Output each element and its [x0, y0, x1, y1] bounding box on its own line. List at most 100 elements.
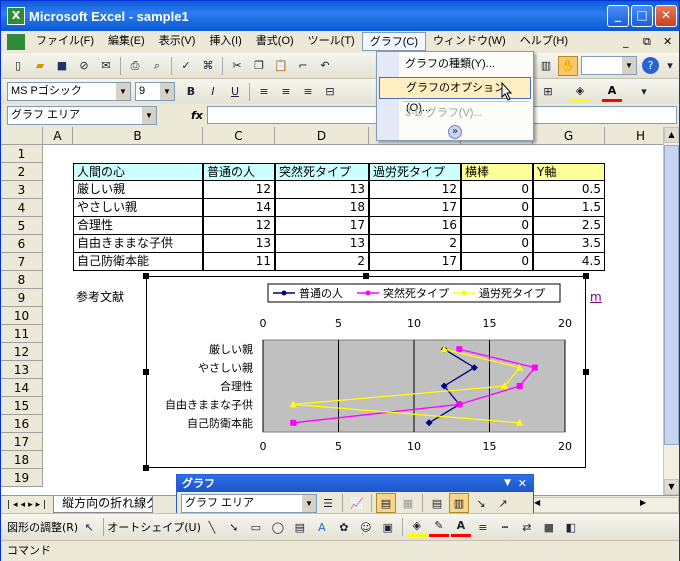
spelling-icon[interactable]: ✓: [176, 56, 196, 76]
table-cell[interactable]: 0: [461, 217, 533, 235]
fill-color-icon[interactable]: ◈: [406, 517, 427, 537]
drawing-icon[interactable]: ✋: [558, 55, 578, 76]
vertical-scrollbar[interactable]: ▲ ▼: [663, 127, 679, 495]
chevron-down-icon[interactable]: ▼: [622, 57, 636, 74]
minimize-button[interactable]: _: [607, 5, 629, 27]
chart-toolbar[interactable]: グラフ ▼ ✕ グラフ エリア ▼ ☰ 📈 ▤ ▦ ▤ ▥ ↘ ↗: [176, 474, 534, 515]
menu-tools[interactable]: ツール(T): [301, 32, 362, 51]
menu-window[interactable]: ウィンドウ(W): [426, 32, 513, 51]
chevron-down-icon[interactable]: ▼: [116, 83, 130, 100]
resize-handle[interactable]: [583, 369, 589, 375]
by-row-icon[interactable]: ▤: [427, 493, 447, 513]
table-cell[interactable]: 17: [369, 253, 461, 271]
insert-function-icon[interactable]: fx: [191, 109, 203, 122]
resize-handle[interactable]: [583, 273, 589, 279]
chart-toolbar-title[interactable]: グラフ ▼ ✕: [177, 475, 533, 492]
chart-wizard-icon[interactable]: ▥: [536, 56, 556, 76]
menu-chart[interactable]: グラフ(C): [361, 32, 426, 51]
table-row-label[interactable]: 自己防衛本能: [73, 253, 203, 271]
table-cell[interactable]: 16: [369, 217, 461, 235]
font-color-icon[interactable]: A: [602, 82, 622, 102]
open-icon[interactable]: ▰: [30, 56, 50, 76]
chart-objects-combo[interactable]: グラフ エリア ▼: [181, 493, 317, 513]
chevron-down-icon[interactable]: ▼: [302, 494, 316, 512]
scroll-left-icon[interactable]: ◀: [534, 498, 540, 507]
diagram-icon[interactable]: ✿: [334, 517, 354, 537]
chevron-down-icon[interactable]: ▼: [504, 475, 511, 492]
zoom-combo[interactable]: ▼: [581, 56, 637, 75]
line-style-icon[interactable]: ≡: [473, 517, 493, 537]
angle-text-down-icon[interactable]: ↘: [471, 493, 491, 513]
table-cell[interactable]: 0: [461, 199, 533, 217]
reference-label[interactable]: 参考文献: [73, 289, 153, 307]
doc-minimize-button[interactable]: _: [623, 35, 629, 48]
menu-view[interactable]: 表示(V): [152, 32, 203, 51]
fill-color-icon[interactable]: ◈: [570, 82, 590, 102]
font-color-icon[interactable]: A: [450, 517, 471, 537]
cut-icon[interactable]: ✂: [227, 56, 247, 76]
legend-icon[interactable]: ▤: [376, 493, 396, 513]
table-header-cell[interactable]: 横棒: [461, 163, 533, 181]
title-bar[interactable]: X Microsoft Excel - sample1 _ □ ✕: [1, 1, 679, 31]
menu-file[interactable]: ファイル(F): [29, 32, 101, 51]
chart-area[interactable]: 普通の人 突然死タイプ 過労死タイプ 0 0 5 5 10 10 15 15 20 20 厳しい親 やさしい…: [146, 276, 586, 468]
italic-icon[interactable]: I: [203, 82, 223, 102]
table-cell[interactable]: 2: [275, 253, 369, 271]
table-header-cell[interactable]: Y軸: [533, 163, 605, 181]
by-column-icon[interactable]: ▥: [449, 493, 469, 513]
menu-help[interactable]: ヘルプ(H): [513, 32, 575, 51]
table-row-label[interactable]: 自由きままな子供: [73, 235, 203, 253]
align-right-icon[interactable]: ≡: [298, 82, 318, 102]
copy-icon[interactable]: ❐: [249, 56, 269, 76]
table-header-cell[interactable]: 過労死タイプ: [369, 163, 461, 181]
menu-edit[interactable]: 編集(E): [101, 32, 152, 51]
sheet-tab[interactable]: 縦方向の折れ線グラフ: [53, 496, 154, 513]
toolbar-options-icon[interactable]: ▾: [664, 56, 676, 76]
data-table-icon[interactable]: ▦: [398, 493, 418, 513]
doc-close-button[interactable]: ✕: [663, 35, 672, 48]
print-icon[interactable]: ⎙: [125, 56, 145, 76]
scroll-thumb[interactable]: [664, 145, 679, 445]
chevron-down-icon[interactable]: ▼: [160, 83, 174, 100]
table-cell[interactable]: 1.5: [533, 199, 605, 217]
name-box[interactable]: グラフ エリア ▼: [7, 105, 157, 125]
expand-menu-icon[interactable]: »: [448, 125, 462, 139]
menu-format[interactable]: 書式(O): [249, 32, 301, 51]
research-icon[interactable]: ⌘: [198, 56, 218, 76]
horizontal-scrollbar[interactable]: ◀ ▶: [531, 496, 679, 513]
align-left-icon[interactable]: ≡: [254, 82, 274, 102]
autoshapes-menu[interactable]: オートシェイプ(U): [107, 519, 201, 535]
resize-handle[interactable]: [363, 273, 369, 279]
table-cell[interactable]: 14: [203, 199, 275, 217]
borders-icon[interactable]: ⊞: [538, 82, 558, 102]
angle-text-up-icon[interactable]: ↗: [493, 493, 513, 513]
sheet-nav-icon[interactable]: |◂◂▸▸|: [7, 500, 49, 510]
table-cell[interactable]: 12: [203, 217, 275, 235]
table-row-label[interactable]: 合理性: [73, 217, 203, 235]
picture-icon[interactable]: ▣: [378, 517, 398, 537]
maximize-button[interactable]: □: [631, 5, 653, 27]
menu-item-chart-type[interactable]: グラフの種類(Y)...: [379, 54, 531, 76]
table-cell[interactable]: 0.5: [533, 181, 605, 199]
new-icon[interactable]: ▯: [8, 56, 28, 76]
table-cell[interactable]: 0: [461, 235, 533, 253]
table-header-cell[interactable]: 人間の心: [73, 163, 203, 181]
bold-icon[interactable]: B: [181, 82, 201, 102]
draw-adjust-menu[interactable]: 図形の調整(R): [7, 519, 78, 535]
email-icon[interactable]: ✉: [96, 56, 116, 76]
textbox-icon[interactable]: ▤: [290, 517, 310, 537]
close-button[interactable]: ✕: [655, 5, 677, 27]
align-center-icon[interactable]: ≡: [276, 82, 296, 102]
font-size-combo[interactable]: 9 ▼: [135, 82, 175, 101]
resize-handle[interactable]: [143, 465, 149, 471]
table-cell[interactable]: 17: [275, 217, 369, 235]
scroll-down-icon[interactable]: ▼: [664, 479, 679, 495]
resize-handle[interactable]: [143, 369, 149, 375]
chevron-down-icon[interactable]: ▼: [142, 106, 156, 124]
table-cell[interactable]: 13: [275, 181, 369, 199]
doc-restore-button[interactable]: ⧉: [643, 35, 651, 49]
format-painter-icon[interactable]: ⌐: [293, 56, 313, 76]
chart-svg[interactable]: 普通の人 突然死タイプ 過労死タイプ 0 0 5 5 10 10 15 15 20 20 厳しい親やさしい…: [147, 277, 585, 467]
arrow-icon[interactable]: ➘: [224, 517, 244, 537]
table-cell[interactable]: 13: [275, 235, 369, 253]
